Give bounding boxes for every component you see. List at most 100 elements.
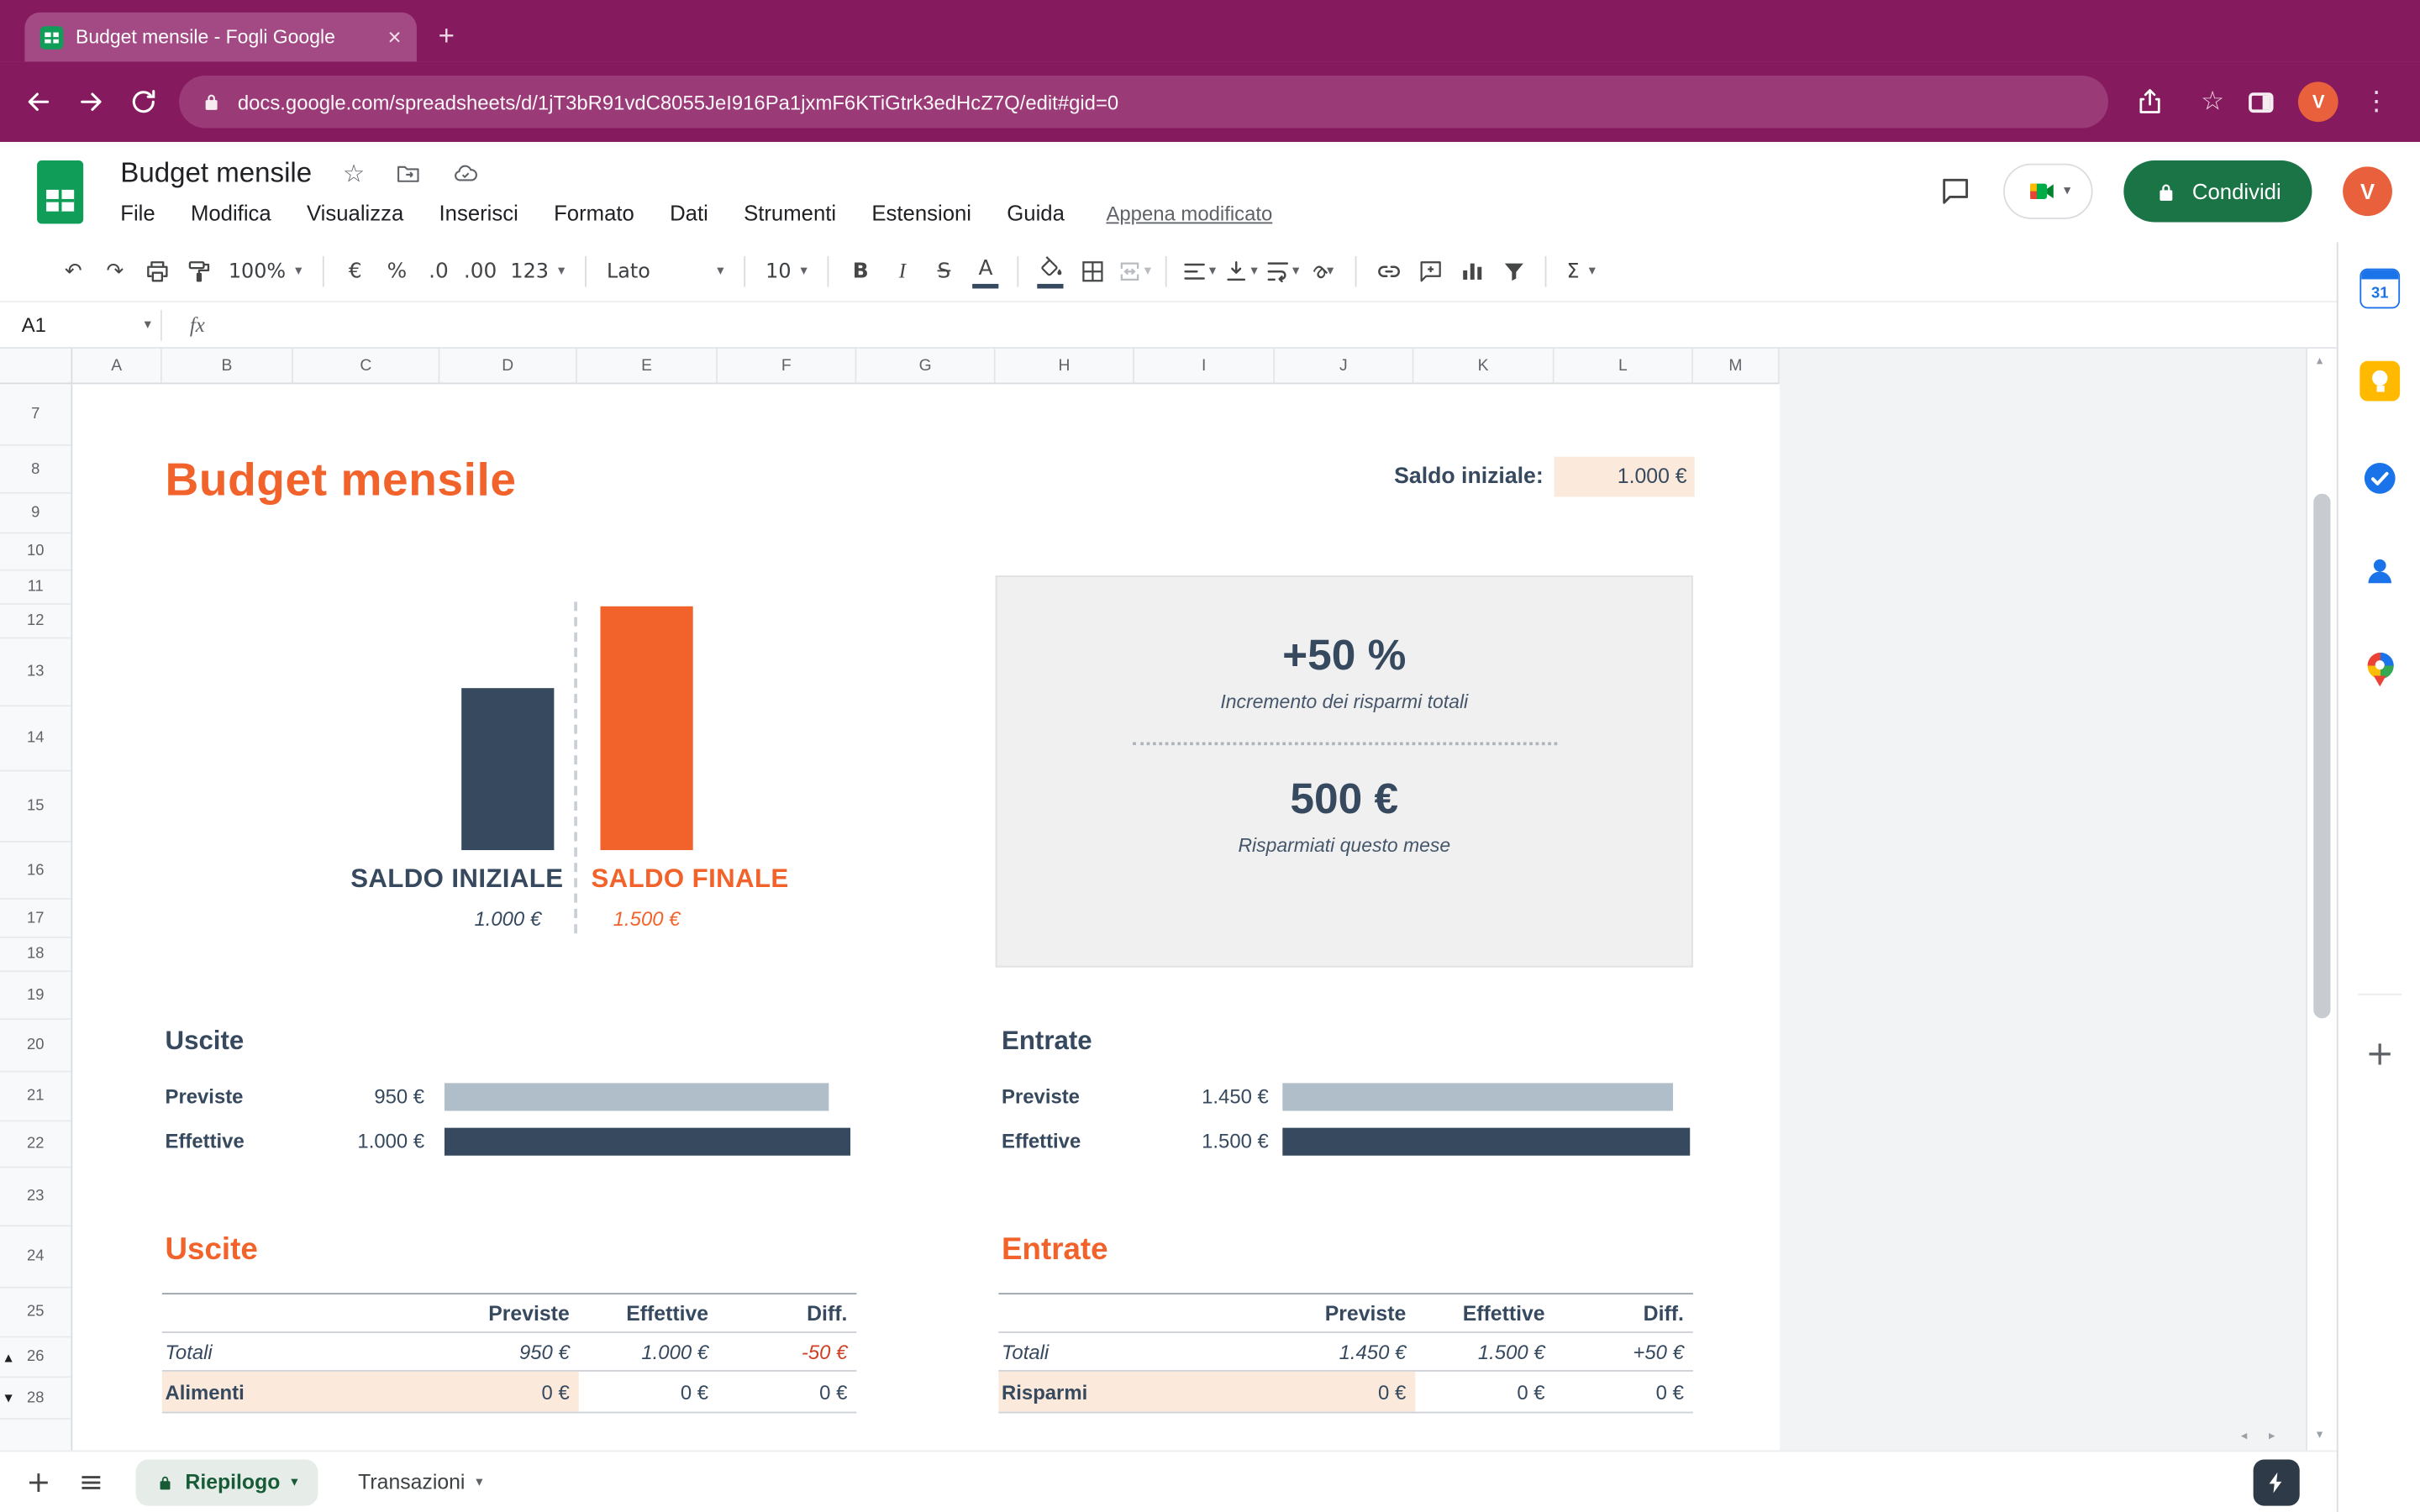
text-rotation-button[interactable]: a ▾ [1302,250,1344,293]
row-header-8[interactable]: 8 [0,446,71,494]
row-header-15[interactable]: 15 [0,771,71,842]
row-header-24[interactable]: 24 [0,1226,71,1288]
contacts-icon[interactable] [2360,551,2400,591]
back-icon[interactable] [13,76,65,128]
text-wrap-button[interactable]: ▾ [1261,250,1303,293]
insert-comment-icon[interactable] [1409,250,1451,293]
row-header-25[interactable]: 25 [0,1289,71,1338]
menu-estensioni[interactable]: Estensioni [871,201,971,225]
row-header-9[interactable]: 9 [0,494,71,534]
bold-button[interactable]: B [839,250,881,293]
menu-dati[interactable]: Dati [670,201,708,225]
column-header-H[interactable]: H [996,349,1134,384]
menu-file[interactable]: File [120,201,155,225]
insert-link-icon[interactable] [1368,250,1410,293]
scroll-left-icon[interactable]: ◂ [2241,1431,2247,1443]
row-header-23[interactable]: 23 [0,1168,71,1226]
row-header-28[interactable]: 28▼ [0,1378,71,1420]
keep-icon[interactable] [2360,361,2400,402]
row-header-17[interactable]: 17 [0,900,71,938]
italic-button[interactable]: I [881,250,923,293]
row-header-18[interactable]: 18 [0,938,71,972]
zoom-select[interactable]: 100%▾ [219,250,312,293]
menu-inserisci[interactable]: Inserisci [439,201,518,225]
more-formats-button[interactable]: 123▾ [501,250,574,293]
vertical-align-button[interactable]: ▾ [1219,250,1261,293]
tasks-icon[interactable] [2360,459,2400,499]
account-avatar[interactable]: V [2343,166,2392,216]
merge-cells-button[interactable]: ▾ [1113,250,1155,293]
row-header-22[interactable]: 22 [0,1121,71,1168]
url-bar[interactable]: docs.google.com/spreadsheets/d/1jT3bR91v… [179,76,2108,128]
document-title[interactable]: Budget mensile [120,156,312,189]
borders-button[interactable] [1071,250,1113,293]
paint-format-icon[interactable] [177,250,219,293]
column-header-J[interactable]: J [1275,349,1413,384]
filter-icon[interactable] [1492,250,1534,293]
share-button[interactable]: Condividi [2124,160,2312,222]
menu-modifica[interactable]: Modifica [191,201,271,225]
percent-format-button[interactable]: % [376,250,418,293]
menu-formato[interactable]: Formato [554,201,634,225]
share-page-icon[interactable] [2123,76,2175,128]
name-box[interactable]: A1 ▾ [0,313,151,337]
insert-chart-icon[interactable] [1451,250,1493,293]
print-icon[interactable] [136,250,178,293]
side-panel-icon[interactable] [2249,92,2274,112]
row-header-10[interactable]: 10 [0,534,71,571]
cloud-saved-icon[interactable] [453,160,479,186]
hidden-rows-below-icon[interactable]: ▼ [5,1392,13,1404]
maps-icon[interactable] [2360,645,2400,685]
redo-icon[interactable]: ↷ [94,250,136,293]
table-row[interactable]: Alimenti 0 € 0 € 0 € [162,1372,857,1414]
reload-icon[interactable] [118,76,170,128]
column-header-C[interactable]: C [293,349,439,384]
meet-button[interactable]: ▾ [2004,164,2094,219]
all-sheets-icon[interactable]: ≡ [65,1465,117,1499]
table-row[interactable]: Risparmi 0 € 0 € 0 € [998,1372,1693,1414]
row-header-13[interactable]: 13 [0,638,71,706]
column-header-M[interactable]: M [1693,349,1780,384]
new-tab-button[interactable]: + [439,22,455,50]
column-header-I[interactable]: I [1134,349,1275,384]
column-header-E[interactable]: E [577,349,718,384]
row-header-12[interactable]: 12 [0,605,71,638]
sheets-logo-icon[interactable] [37,160,83,223]
move-folder-icon[interactable] [396,160,422,186]
increase-decimals-button[interactable]: .00 [460,250,502,293]
spreadsheet-canvas[interactable]: Budget mensile Saldo iniziale: 1.000 € S… [72,384,1779,1450]
add-sheet-icon[interactable]: + [13,1465,65,1499]
column-header-L[interactable]: L [1555,349,1693,384]
row-header-16[interactable]: 16 [0,843,71,900]
row-header-19[interactable]: 19 [0,972,71,1020]
column-header-F[interactable]: F [718,349,856,384]
extension-icon[interactable] [2254,1460,2300,1506]
tab-close-icon[interactable]: × [387,25,401,49]
font-select[interactable]: Lato▾ [597,250,734,293]
get-addons-icon[interactable]: + [2338,1035,2420,1074]
strikethrough-button[interactable]: S [923,250,965,293]
menu-strumenti[interactable]: Strumenti [744,201,836,225]
horizontal-align-button[interactable]: ▾ [1178,250,1220,293]
row-header-14[interactable]: 14 [0,706,71,771]
select-all-corner[interactable] [0,349,72,384]
last-edit-link[interactable]: Appena modificato [1106,202,1272,225]
forward-icon[interactable] [65,76,117,128]
calendar-icon[interactable]: 31 [2360,269,2400,309]
browser-tab[interactable]: Budget mensile - Fogli Google × [24,13,417,62]
font-size-select[interactable]: 10▾ [756,250,817,293]
saldo-iniziale-cell[interactable]: 1.000 € [1555,457,1695,497]
browser-menu-icon[interactable]: ⋮ [2363,87,2389,118]
browser-avatar[interactable]: V [2298,81,2338,122]
row-header-20[interactable]: 20 [0,1020,71,1072]
row-header-11[interactable]: 11 [0,571,71,605]
sheet-tab-riepilogo[interactable]: Riepilogo ▾ [136,1459,318,1505]
functions-button[interactable]: Σ▾ [1558,250,1605,293]
column-header-A[interactable]: A [72,349,162,384]
sheet-tab-transazioni[interactable]: Transazioni ▾ [358,1470,482,1494]
currency-format-button[interactable]: € [334,250,376,293]
undo-icon[interactable]: ↶ [52,250,94,293]
vertical-scrollbar[interactable]: ▴ ▾ [2306,349,2337,1450]
column-header-D[interactable]: D [439,349,576,384]
column-header-G[interactable]: G [856,349,995,384]
